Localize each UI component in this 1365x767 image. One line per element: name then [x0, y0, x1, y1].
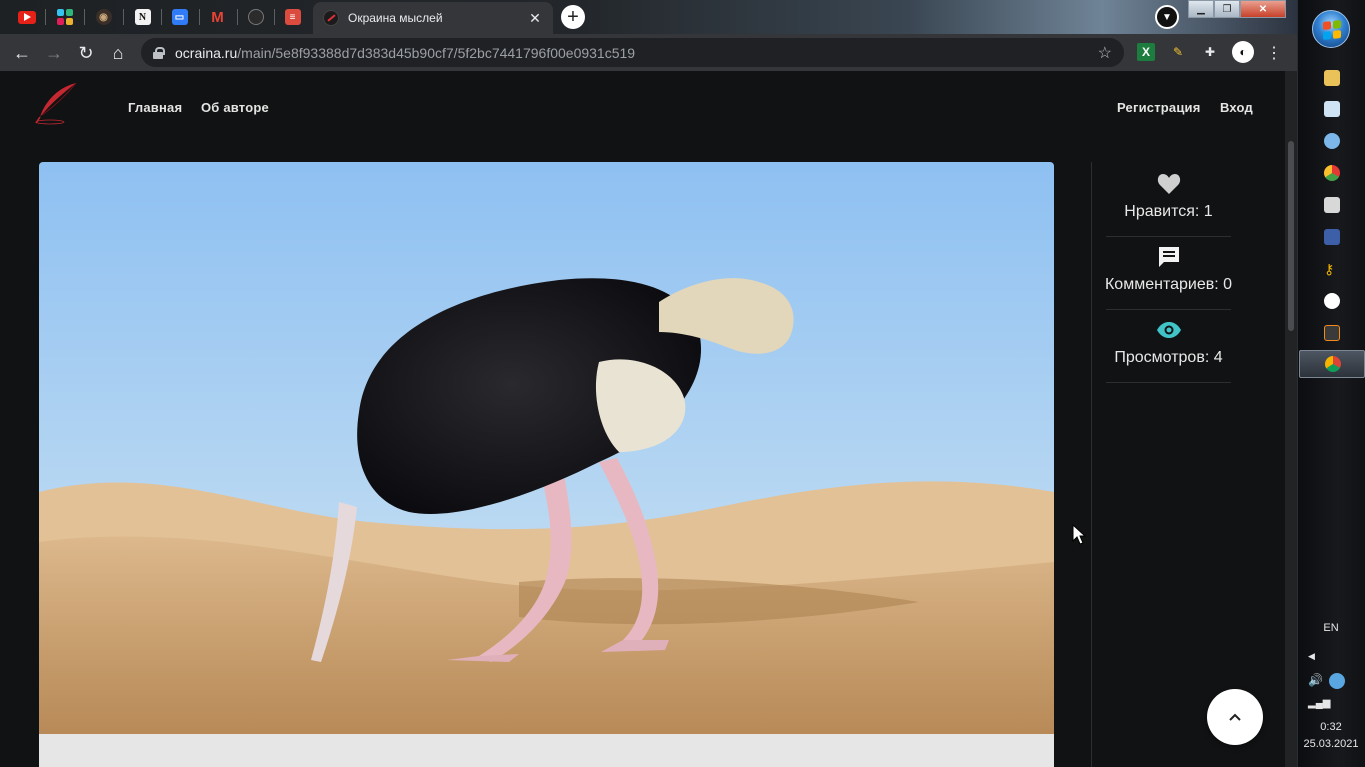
comments-stat[interactable]: Комментариев: 0 [1104, 238, 1233, 310]
views-stat: Просмотров: 4 [1106, 311, 1231, 383]
excel-extension-icon[interactable]: X [1137, 43, 1155, 61]
pinned-tab-owl[interactable]: ◉ [85, 3, 122, 31]
notepad-icon[interactable] [1324, 101, 1340, 117]
system-clock[interactable]: 0:32 25.03.2021 [1298, 719, 1364, 753]
mouse-cursor-icon [1072, 524, 1086, 545]
close-window-button[interactable]: ✕ [1240, 0, 1286, 18]
tab-search-icon[interactable]: ▼ [1155, 5, 1179, 29]
bookmark-star-icon[interactable]: ☆ [1098, 43, 1112, 63]
pinned-tab-chat[interactable]: ▭ [161, 3, 198, 31]
post-image-ostrich [39, 162, 1054, 734]
tab-close-icon[interactable]: ✕ [527, 10, 543, 27]
site-logo-quill-icon[interactable] [30, 81, 80, 125]
comments-count: Комментариев: 0 [1104, 276, 1233, 293]
home-button[interactable]: ⌂ [105, 40, 131, 66]
pinned-tab-github[interactable] [237, 3, 274, 31]
app-icon-github-desktop[interactable] [1324, 293, 1340, 309]
app-icon-colorwheel[interactable] [1324, 165, 1340, 181]
reload-button[interactable]: ↻ [73, 40, 99, 66]
network-globe-icon[interactable] [1329, 673, 1345, 689]
pinned-tab-todoist[interactable]: ≡ [274, 3, 311, 31]
scrollbar-thumb[interactable] [1288, 141, 1294, 331]
new-tab-button[interactable]: + [561, 5, 585, 29]
page-scrollbar[interactable] [1285, 71, 1297, 767]
broom-extension-icon[interactable]: ✎ [1169, 43, 1187, 61]
sublime-text-icon[interactable] [1324, 325, 1340, 341]
chevron-up-icon [1229, 713, 1241, 721]
lock-icon[interactable] [153, 46, 165, 59]
paint-icon[interactable] [1324, 133, 1340, 149]
active-tab-title: Окраина мыслей [348, 11, 443, 25]
gmail-icon: M [211, 8, 224, 26]
window-controls: ▁ ❐ ✕ [1188, 0, 1286, 18]
app-icon-archive[interactable] [1324, 197, 1340, 213]
web-page: Главная Об авторе Регистрация Вход Нрави… [0, 71, 1285, 767]
site-favicon-icon [323, 10, 339, 26]
explorer-icon[interactable] [1324, 70, 1340, 86]
heart-icon[interactable] [1157, 171, 1181, 197]
notion-icon: N [134, 9, 151, 25]
back-button[interactable]: ← [9, 40, 35, 66]
signal-icon[interactable]: ▂▄▆ [1308, 698, 1330, 709]
pinned-tab-notion[interactable]: N [124, 3, 161, 31]
post-card-body [39, 734, 1054, 767]
volume-icon[interactable]: 🔊 [1308, 673, 1323, 687]
clock-date: 25.03.2021 [1303, 738, 1359, 750]
nav-link-home[interactable]: Главная [128, 100, 182, 115]
taskbar-chrome-active[interactable] [1299, 350, 1365, 378]
chrome-icon [1325, 356, 1341, 372]
windows-logo-icon [1323, 20, 1341, 40]
app-icon-video[interactable] [1324, 229, 1340, 245]
key-icon[interactable]: ⚷ [1324, 261, 1340, 277]
owl-icon: ◉ [95, 9, 112, 25]
nav-link-register[interactable]: Регистрация [1117, 100, 1201, 115]
profile-avatar-icon[interactable]: ◐ [1232, 41, 1254, 63]
comment-icon [1157, 244, 1181, 270]
pinned-tab-youtube[interactable] [8, 3, 45, 31]
scroll-to-top-button[interactable] [1207, 689, 1263, 745]
pinned-tab-slack[interactable] [46, 3, 83, 31]
browser-tab-strip: ◉ N ▭ M ≡ Окраина мыслей ✕ + ▼ ▁ ❐ ✕ [0, 0, 1297, 34]
clock-time: 0:32 [1320, 721, 1342, 733]
chat-icon: ▭ [171, 9, 188, 25]
url-path: /main/5e8f93388d7d383d45b90cf7/5f2bc7441… [237, 44, 636, 61]
likes-count: Нравится: 1 [1124, 203, 1213, 220]
forward-button[interactable]: → [41, 40, 67, 66]
url-host: ocraina.ru [175, 44, 238, 61]
todoist-icon: ≡ [284, 9, 301, 25]
minimize-button[interactable]: ▁ [1188, 0, 1214, 18]
tray-expand-icon[interactable]: ◀ [1308, 651, 1315, 662]
restore-button[interactable]: ❐ [1214, 0, 1240, 18]
slack-icon [56, 9, 73, 25]
eye-icon [1156, 317, 1182, 343]
nav-link-about[interactable]: Об авторе [201, 100, 269, 115]
address-bar[interactable]: ocraina.ru /main/5e8f93388d7d383d45b90cf… [141, 38, 1124, 67]
sidebar-divider [1091, 162, 1092, 767]
browser-toolbar: ← → ↻ ⌂ ocraina.ru /main/5e8f93388d7d383… [0, 34, 1297, 71]
extensions-puzzle-icon[interactable]: ✚ [1201, 43, 1219, 61]
language-indicator[interactable]: EN [1298, 622, 1364, 634]
likes-stat[interactable]: Нравится: 1 [1106, 165, 1231, 237]
youtube-icon [17, 10, 36, 24]
nav-link-login[interactable]: Вход [1220, 100, 1253, 115]
windows-taskbar: ⚷ EN ◀ 🔊 ▂▄▆ 0:32 25.03.2021 [1297, 0, 1365, 767]
pinned-tab-gmail[interactable]: M [199, 3, 236, 31]
github-icon [247, 9, 264, 25]
active-tab[interactable]: Окраина мыслей ✕ [313, 2, 553, 34]
browser-menu-icon[interactable]: ⋮ [1261, 40, 1287, 66]
start-button[interactable] [1312, 10, 1350, 48]
views-count: Просмотров: 4 [1114, 349, 1223, 366]
